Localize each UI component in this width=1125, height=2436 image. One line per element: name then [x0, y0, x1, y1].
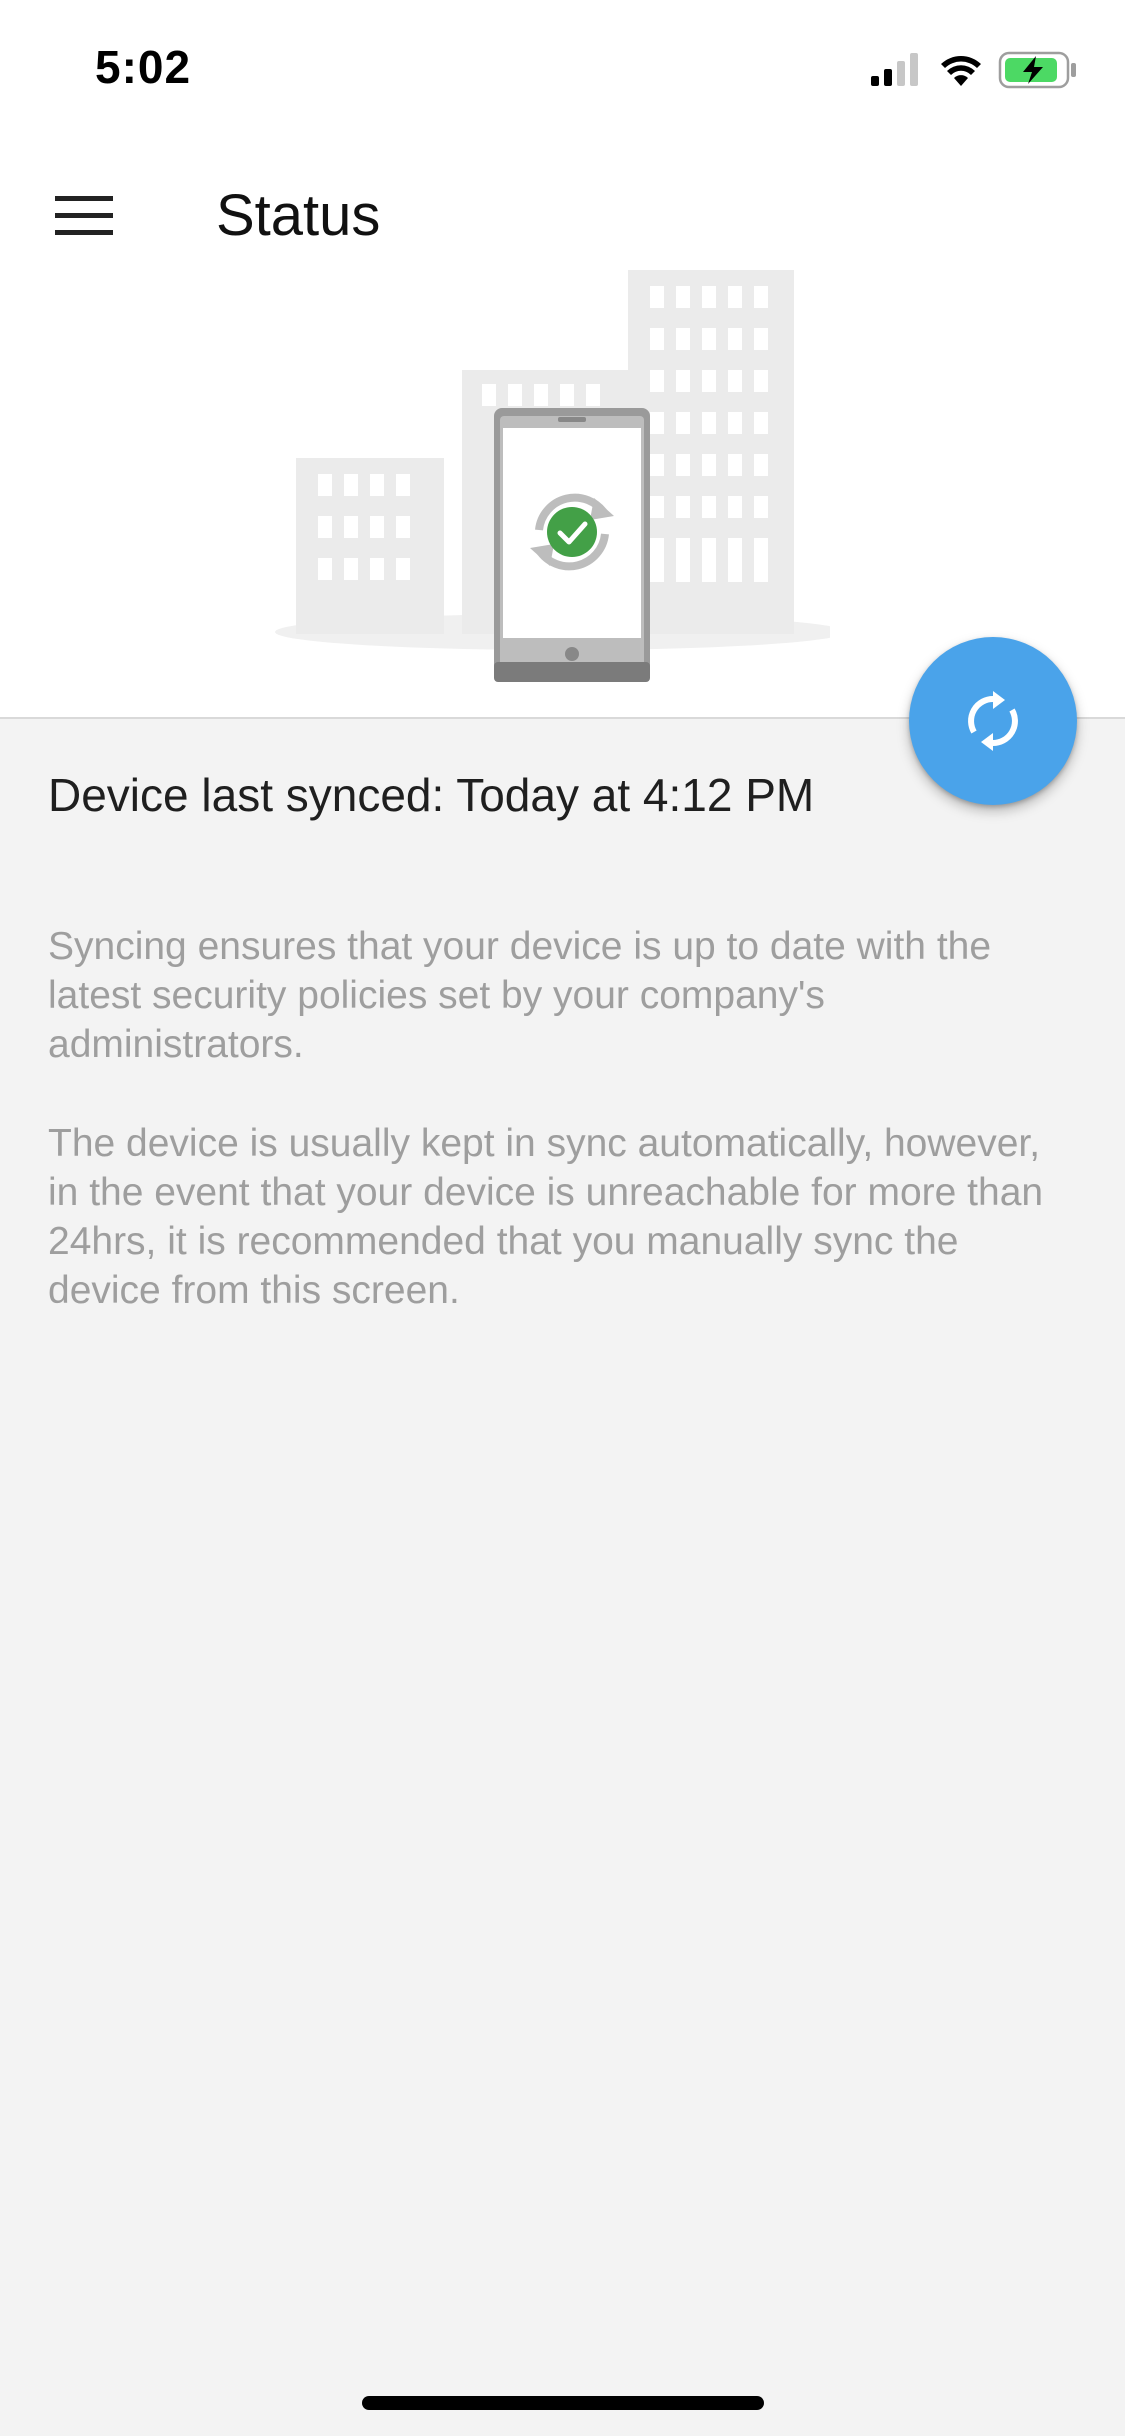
wifi-icon [941, 56, 981, 86]
last-synced-text: Device last synced: Today at 4:12 PM [48, 769, 815, 821]
home-indicator[interactable] [362, 2396, 764, 2410]
menu-button[interactable] [48, 180, 120, 252]
building-left [296, 458, 444, 634]
status-icons [871, 50, 1081, 90]
sync-description-paragraph-1: Syncing ensures that your device is up t… [48, 925, 992, 1066]
status-time: 5:02 [95, 41, 192, 93]
sync-icon [968, 691, 1018, 751]
sync-description-paragraph-2: The device is usually kept in sync autom… [48, 1122, 1044, 1312]
device-sync-illustration [260, 262, 845, 694]
battery-charging-icon [998, 51, 1076, 89]
hamburger-menu-icon [55, 196, 113, 235]
building-right [628, 270, 794, 634]
cellular-signal-icon [871, 53, 918, 86]
page-title: Status [216, 183, 381, 248]
sync-button[interactable] [909, 637, 1077, 805]
